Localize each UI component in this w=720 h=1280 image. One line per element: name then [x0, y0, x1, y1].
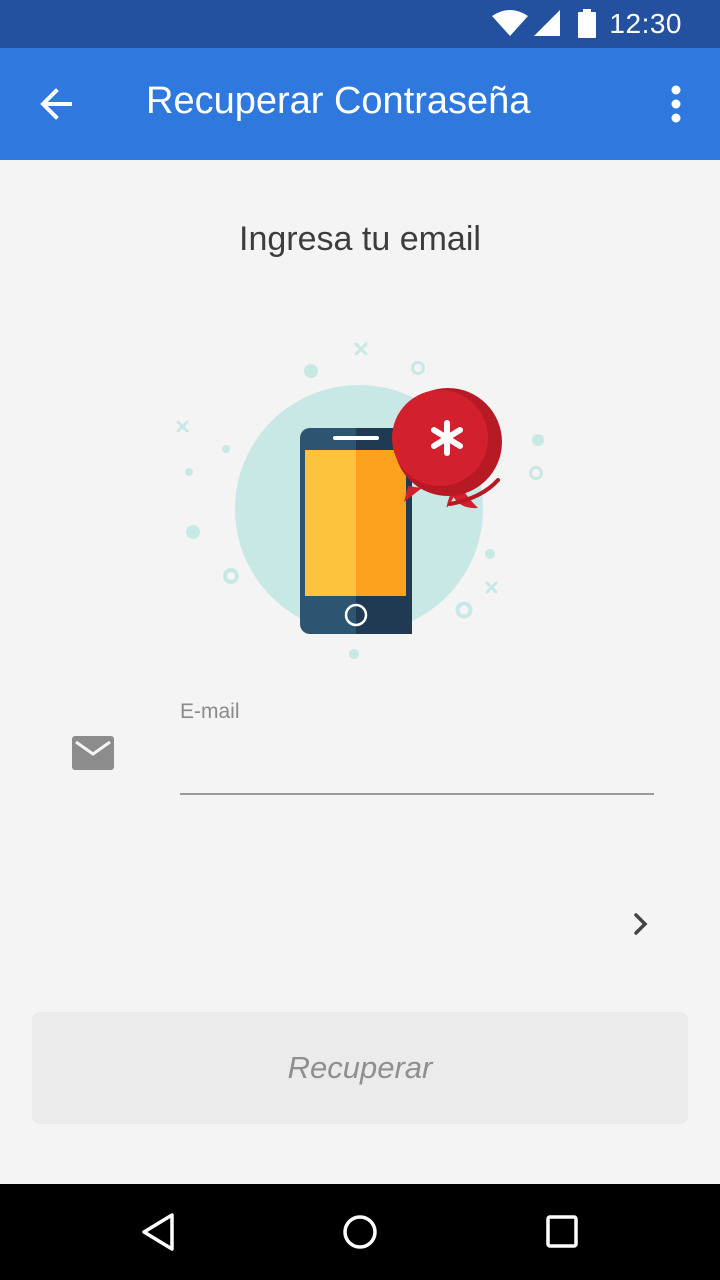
nav-home-icon[interactable]	[332, 1204, 388, 1260]
page-title: Recuperar Contraseña	[146, 80, 531, 122]
more-vert-icon[interactable]	[652, 76, 700, 132]
heading: Ingresa tu email	[239, 220, 481, 258]
nav-bar	[0, 1184, 720, 1280]
wifi-icon	[492, 10, 528, 36]
chevron-right-icon[interactable]	[626, 906, 658, 942]
app-bar: Recuperar Contraseña	[0, 48, 720, 160]
recover-button[interactable]: Recuperar	[32, 1012, 688, 1124]
email-label: E-mail	[180, 700, 240, 723]
nav-back-icon[interactable]	[132, 1204, 188, 1260]
nav-recents-icon[interactable]	[534, 1204, 590, 1260]
signal-icon	[534, 10, 560, 36]
battery-icon	[578, 12, 596, 38]
status-bar: 12:30	[0, 0, 720, 48]
arrow-back-icon[interactable]	[28, 76, 84, 132]
status-time: 12:30	[609, 8, 682, 39]
email-field[interactable]	[180, 735, 654, 795]
mail-icon	[72, 736, 114, 770]
phone-password-illustration	[176, 342, 544, 659]
